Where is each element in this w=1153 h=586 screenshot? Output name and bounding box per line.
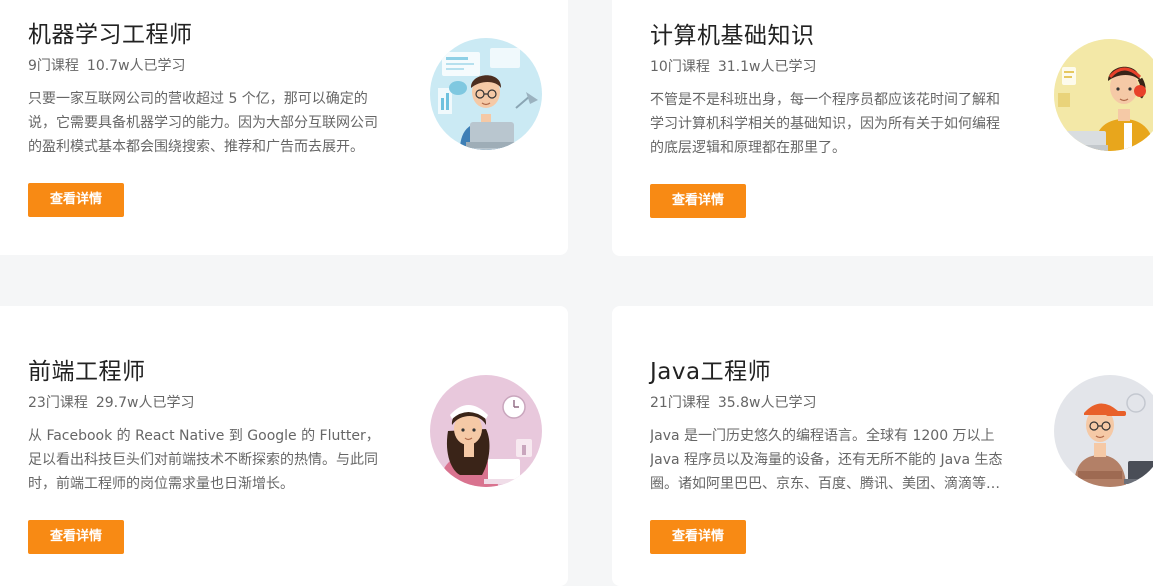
course-description: 从 Facebook 的 React Native 到 Google 的 Flu… [28,428,380,492]
course-count: 21门课程 [650,395,710,411]
course-description: 不管是不是科班出身，每一个程序员都应该花时间了解和学习计算机科学相关的基础知识，… [650,92,1000,156]
course-count: 23门课程 [28,395,88,411]
ml-engineer-illustration-svg [430,38,542,150]
course-card-frontend[interactable]: 前端工程师 23门课程 29.7w人已学习 从 Facebook 的 React … [0,306,568,586]
view-details-button[interactable]: 查看详情 [28,520,124,554]
course-card-ml[interactable]: 机器学习工程师 9门课程 10.7w人已学习 只要一家互联网公司的营收超过 5 个… [0,0,568,255]
course-meta: 23门课程 29.7w人已学习 [28,392,194,412]
frontend-engineer-illustration [430,375,542,487]
cs-fundamentals-illustration [1054,39,1153,151]
learner-count: 10.7w人已学习 [86,58,186,74]
view-details-button[interactable]: 查看详情 [650,520,746,554]
course-count: 9门课程 [28,58,79,74]
course-title[interactable]: 机器学习工程师 [28,15,193,49]
java-engineer-illustration [1054,375,1153,487]
course-description: 只要一家互联网公司的营收超过 5 个亿，那可以确定的说，它需要具备机器学习的能力… [28,91,378,155]
frontend-engineer-illustration-svg [430,375,542,487]
course-meta: 10门课程 31.1w人已学习 [650,56,816,76]
course-title[interactable]: 前端工程师 [28,352,146,386]
course-title[interactable]: Java工程师 [650,352,771,386]
learner-count: 31.1w人已学习 [717,59,817,75]
view-details-button[interactable]: 查看详情 [650,184,746,218]
learner-count: 29.7w人已学习 [95,395,195,411]
course-meta: 21门课程 35.8w人已学习 [650,392,816,412]
cs-fundamentals-illustration-svg [1054,39,1153,151]
course-meta: 9门课程 10.7w人已学习 [28,55,186,75]
course-description: Java 是一门历史悠久的编程语言。全球有 1200 万以上 Java 程序员以… [650,428,1003,492]
view-details-button[interactable]: 查看详情 [28,183,124,217]
course-title[interactable]: 计算机基础知识 [650,16,815,50]
course-count: 10门课程 [650,59,710,75]
course-card-java[interactable]: Java工程师 21门课程 35.8w人已学习 Java 是一门历史悠久的编程语言… [612,306,1153,586]
course-card-cs[interactable]: 计算机基础知识 10门课程 31.1w人已学习 不管是不是科班出身，每一个程序员都… [612,0,1153,256]
java-engineer-illustration-svg [1054,375,1153,487]
ml-engineer-illustration [430,38,542,150]
learner-count: 35.8w人已学习 [717,395,817,411]
